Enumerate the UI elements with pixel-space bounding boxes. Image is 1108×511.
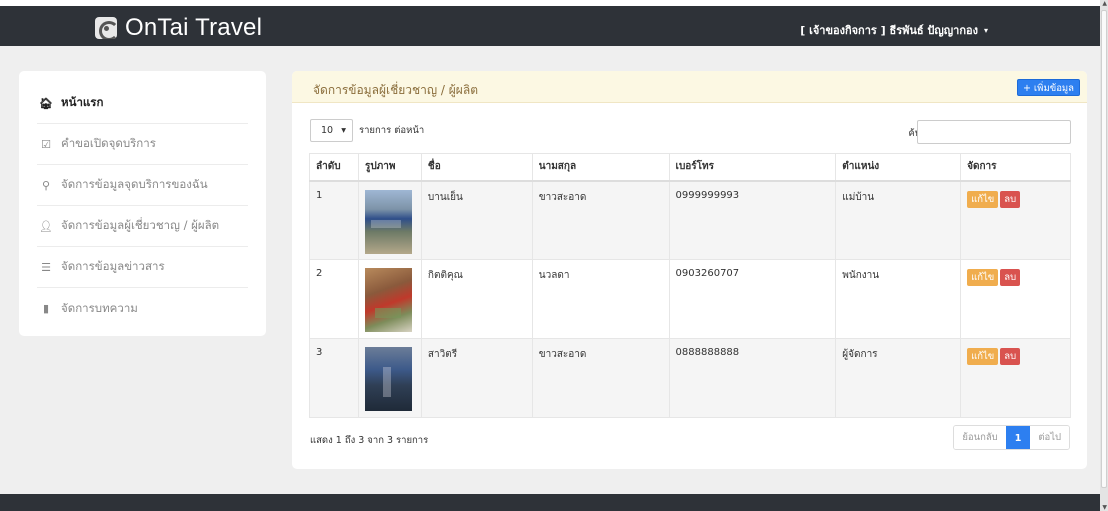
page-size-select[interactable]: 10 ▾ bbox=[310, 119, 353, 142]
cell-phone: 0999999993 bbox=[668, 180, 836, 260]
table-header-row: ลำดับ รูปภาพ ชื่อ นามสกุล เบอร์โทร ตำแหน… bbox=[309, 153, 1071, 182]
table-row: 2 กิตติคุณ นวลดา 0903260707 พนักงาน แก้ไ… bbox=[309, 259, 1071, 339]
cell-position: ผู้จัดการ bbox=[835, 338, 961, 418]
table-row: 3 สาวิตรี ขาวสะอาด 0888888888 ผู้จัดการ … bbox=[309, 338, 1071, 418]
cell-actions: แก้ไข ลบ bbox=[960, 338, 1071, 418]
scroll-thumb[interactable] bbox=[1101, 10, 1107, 488]
sidebar-item-label: จัดการบทความ bbox=[61, 300, 138, 315]
column-header-image[interactable]: รูปภาพ bbox=[357, 153, 422, 182]
sidebar-item-label: คำขอเปิดจุดบริการ bbox=[61, 136, 156, 150]
cell-last-name: นวลดา bbox=[531, 259, 670, 339]
delete-button[interactable]: ลบ bbox=[1000, 348, 1021, 365]
cell-no: 2 bbox=[309, 259, 359, 339]
cell-actions: แก้ไข ลบ bbox=[960, 259, 1071, 339]
cell-phone: 0888888888 bbox=[668, 338, 836, 418]
search-input[interactable] bbox=[917, 120, 1071, 144]
sidebar-item-my-service-points[interactable]: ⚲ จัดการข้อมูลจุดบริการของฉัน bbox=[37, 165, 248, 206]
cell-position: แม่บ้าน bbox=[835, 180, 961, 260]
footer bbox=[0, 494, 1100, 511]
chevron-down-icon: ▾ bbox=[341, 125, 346, 136]
expert-photo bbox=[364, 347, 412, 411]
logo-icon bbox=[95, 17, 117, 39]
user-name: [ เจ้าของกิจการ ] ธีรพันธ์ ปัญญากอง bbox=[800, 24, 978, 37]
cell-actions: แก้ไข ลบ bbox=[960, 180, 1071, 260]
column-header-last-name[interactable]: นามสกุล bbox=[531, 153, 670, 182]
cell-last-name: ขาวสะอาด bbox=[531, 338, 670, 418]
panel-title: จัดการข้อมูลผู้เชี่ยวชาญ / ผู้ผลิต bbox=[313, 83, 478, 97]
sidebar-item-service-requests[interactable]: ☑ คำขอเปิดจุดบริการ bbox=[37, 124, 248, 165]
cell-no: 1 bbox=[309, 180, 359, 260]
cell-position: พนักงาน bbox=[835, 259, 961, 339]
sidebar: 🏠︎ หน้าแรก ☑ คำขอเปิดจุดบริการ ⚲ จัดการข… bbox=[19, 71, 266, 336]
expert-photo bbox=[364, 189, 412, 254]
cell-image bbox=[357, 180, 422, 260]
experts-table: ลำดับ รูปภาพ ชื่อ นามสกุล เบอร์โทร ตำแหน… bbox=[309, 153, 1071, 418]
column-header-phone[interactable]: เบอร์โทร bbox=[668, 153, 836, 182]
list-icon: ☰ bbox=[41, 260, 51, 274]
table-info: แสดง 1 ถึง 3 จาก 3 รายการ bbox=[310, 435, 429, 446]
per-page-label: รายการ ต่อหน้า bbox=[359, 125, 425, 136]
experts-panel: จัดการข้อมูลผู้เชี่ยวชาญ / ผู้ผลิต + เพิ… bbox=[292, 71, 1087, 469]
caret-down-icon: ▾ bbox=[983, 25, 988, 35]
pagination-next[interactable]: ต่อไป bbox=[1030, 426, 1069, 449]
page-size-value: 10 bbox=[321, 125, 334, 136]
cell-first-name: สาวิตรี bbox=[420, 338, 533, 418]
cell-no: 3 bbox=[309, 338, 359, 418]
sidebar-item-home[interactable]: 🏠︎ หน้าแรก bbox=[37, 83, 248, 124]
column-header-no[interactable]: ลำดับ bbox=[309, 153, 359, 182]
edit-button[interactable]: แก้ไข bbox=[967, 269, 999, 286]
table-row: 1 บานเย็น ขาวสะอาด 0999999993 แม่บ้าน แก… bbox=[309, 180, 1071, 260]
column-header-actions[interactable]: จัดการ bbox=[960, 153, 1071, 182]
expert-photo bbox=[364, 268, 412, 332]
column-header-first-name[interactable]: ชื่อ bbox=[420, 153, 533, 182]
add-expert-button[interactable]: + เพิ่มข้อมูล bbox=[1016, 79, 1080, 96]
user-icon: 👤︎ bbox=[39, 219, 53, 233]
cell-image bbox=[357, 259, 422, 339]
book-icon: ▮ bbox=[42, 302, 50, 315]
sidebar-item-label: จัดการข้อมูลจุดบริการของฉัน bbox=[61, 177, 208, 191]
scrollbar[interactable]: ▲ ▼ bbox=[1100, 0, 1108, 511]
check-square-icon: ☑ bbox=[41, 137, 51, 151]
sidebar-item-label: จัดการข้อมูลผู้เชี่ยวชาญ / ผู้ผลิต bbox=[61, 218, 220, 232]
brand-name: OnTai Travel bbox=[125, 14, 263, 41]
page-size-control: 10 ▾ รายการ ต่อหน้า bbox=[310, 119, 424, 142]
cell-phone: 0903260707 bbox=[668, 259, 836, 339]
cell-last-name: ขาวสะอาด bbox=[531, 180, 670, 260]
sidebar-item-news[interactable]: ☰ จัดการข้อมูลข่าวสาร bbox=[37, 247, 248, 288]
delete-button[interactable]: ลบ bbox=[1000, 190, 1021, 208]
scroll-up-icon[interactable]: ▲ bbox=[1102, 0, 1107, 7]
sidebar-item-label: หน้าแรก bbox=[61, 95, 104, 109]
sidebar-item-articles[interactable]: ▮ จัดการบทความ bbox=[37, 288, 248, 329]
cell-first-name: บานเย็น bbox=[420, 180, 533, 260]
panel-header: จัดการข้อมูลผู้เชี่ยวชาญ / ผู้ผลิต + เพิ… bbox=[292, 71, 1087, 103]
sidebar-item-experts[interactable]: 👤︎ จัดการข้อมูลผู้เชี่ยวชาญ / ผู้ผลิต bbox=[37, 206, 248, 247]
map-marker-icon: ⚲ bbox=[41, 178, 51, 192]
sidebar-item-label: จัดการข้อมูลข่าวสาร bbox=[61, 259, 165, 273]
edit-button[interactable]: แก้ไข bbox=[967, 348, 999, 365]
pagination-prev[interactable]: ย้อนกลับ bbox=[954, 426, 1006, 449]
top-navbar: OnTai Travel [ เจ้าของกิจการ ] ธีรพันธ์ … bbox=[0, 0, 1100, 46]
edit-button[interactable]: แก้ไข bbox=[967, 190, 999, 208]
column-header-position[interactable]: ตำแหน่ง bbox=[835, 153, 961, 182]
scroll-down-icon[interactable]: ▼ bbox=[1102, 504, 1107, 511]
delete-button[interactable]: ลบ bbox=[1000, 269, 1021, 286]
user-menu[interactable]: [ เจ้าของกิจการ ] ธีรพันธ์ ปัญญากอง ▾ bbox=[800, 21, 988, 39]
home-icon: 🏠︎ bbox=[39, 96, 53, 110]
pagination-page-1[interactable]: 1 bbox=[1005, 426, 1031, 449]
brand[interactable]: OnTai Travel bbox=[95, 14, 262, 42]
cell-first-name: กิตติคุณ bbox=[420, 259, 533, 339]
cell-image bbox=[357, 338, 422, 418]
pagination: ย้อนกลับ 1 ต่อไป bbox=[953, 425, 1070, 450]
